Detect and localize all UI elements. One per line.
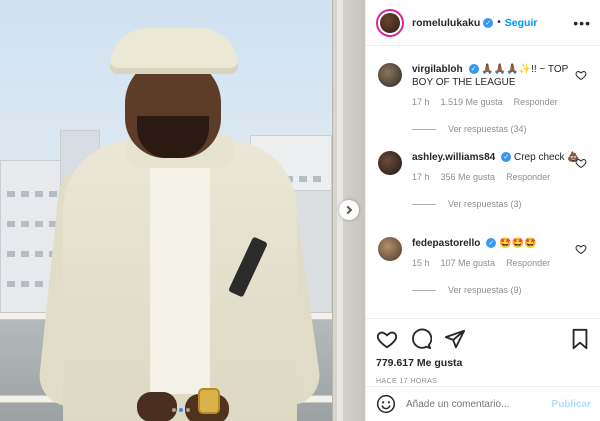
- post-side-panel: romelulukaku ✓ • Seguir ••• virgilabloh ✓…: [365, 0, 600, 421]
- publish-button[interactable]: Publicar: [552, 399, 591, 410]
- post-header: romelulukaku ✓ • Seguir •••: [366, 0, 600, 46]
- comment-likes[interactable]: 1.519 Me gusta: [441, 96, 503, 109]
- commenter-avatar[interactable]: [378, 237, 402, 261]
- view-replies-button[interactable]: Ver respuestas (34): [412, 123, 580, 136]
- carousel-dot: [172, 408, 176, 412]
- more-options-icon[interactable]: •••: [573, 15, 591, 31]
- comment-likes[interactable]: 107 Me gusta: [441, 257, 496, 270]
- comment-item: fedepastorello ✓ 🤩🤩🤩 15 h 107 Me gusta Re…: [378, 237, 593, 297]
- share-paper-plane-icon[interactable]: [444, 328, 466, 350]
- view-replies-button[interactable]: Ver respuestas (9): [412, 284, 580, 297]
- verified-badge-icon: ✓: [486, 238, 497, 249]
- view-replies-label: Ver respuestas (3): [448, 199, 522, 209]
- likes-count[interactable]: 779.617 Me gusta: [376, 357, 591, 369]
- comment-text: 🤩🤩🤩: [499, 238, 537, 249]
- view-replies-label: Ver respuestas (9): [448, 285, 522, 295]
- comment-time[interactable]: 17 h: [412, 96, 430, 109]
- comment-item: ashley.williams84 ✓ Crep check 💩 17 h 356…: [378, 151, 593, 211]
- carousel-dot: [179, 408, 183, 412]
- comment-likes[interactable]: 356 Me gusta: [441, 171, 496, 184]
- reply-button[interactable]: Responder: [514, 96, 558, 109]
- follow-button[interactable]: Seguir: [505, 17, 538, 29]
- author-avatar[interactable]: [376, 8, 404, 37]
- save-bookmark-icon[interactable]: [569, 328, 591, 350]
- post-timestamp[interactable]: HACE 17 HORAS: [376, 378, 591, 385]
- view-replies-button[interactable]: Ver respuestas (3): [412, 198, 580, 211]
- replies-divider: [412, 204, 436, 205]
- commenter-avatar[interactable]: [378, 63, 402, 87]
- like-comment-heart-icon[interactable]: [575, 157, 587, 169]
- comment-time[interactable]: 15 h: [412, 257, 430, 270]
- verified-badge-icon: ✓: [501, 152, 512, 163]
- comment-text: Crep check 💩: [513, 152, 580, 163]
- comment-input[interactable]: [406, 398, 552, 410]
- like-heart-icon[interactable]: [376, 328, 398, 350]
- comment-bubble-icon[interactable]: [410, 328, 432, 350]
- comment-username[interactable]: fedepastorello: [412, 238, 480, 249]
- emoji-icon[interactable]: [376, 394, 396, 414]
- verified-badge-icon: ✓: [468, 64, 479, 75]
- carousel-dot: [186, 408, 190, 412]
- like-comment-heart-icon[interactable]: [575, 243, 587, 255]
- reply-button[interactable]: Responder: [506, 257, 550, 270]
- like-comment-heart-icon[interactable]: [575, 69, 587, 81]
- carousel-indicator: [172, 408, 190, 412]
- commenter-avatar[interactable]: [378, 151, 402, 175]
- post-actions: 779.617 Me gusta HACE 17 HORAS: [366, 318, 600, 385]
- author-username[interactable]: romelulukaku: [412, 17, 480, 29]
- add-comment-bar: Publicar: [366, 386, 600, 421]
- comment-item: virgilabloh ✓ 🙏🏾🙏🏾🙏🏾✨!! ~ TOP BOY OF THE …: [378, 63, 593, 136]
- view-replies-label: Ver respuestas (34): [448, 124, 527, 134]
- comment-username[interactable]: ashley.williams84: [412, 152, 495, 163]
- verified-badge-icon: ✓: [483, 17, 494, 28]
- post-photo[interactable]: [0, 0, 365, 421]
- comment-time[interactable]: 17 h: [412, 171, 430, 184]
- comments-list[interactable]: virgilabloh ✓ 🙏🏾🙏🏾🙏🏾✨!! ~ TOP BOY OF THE …: [366, 47, 600, 317]
- separator-dot: •: [497, 17, 501, 28]
- person-figure: [36, 22, 324, 421]
- comment-username[interactable]: virgilabloh: [412, 64, 463, 75]
- reply-button[interactable]: Responder: [506, 171, 550, 184]
- replies-divider: [412, 290, 436, 291]
- replies-divider: [412, 129, 436, 130]
- carousel-next-button[interactable]: [339, 200, 359, 220]
- chevron-right-icon: [343, 205, 353, 215]
